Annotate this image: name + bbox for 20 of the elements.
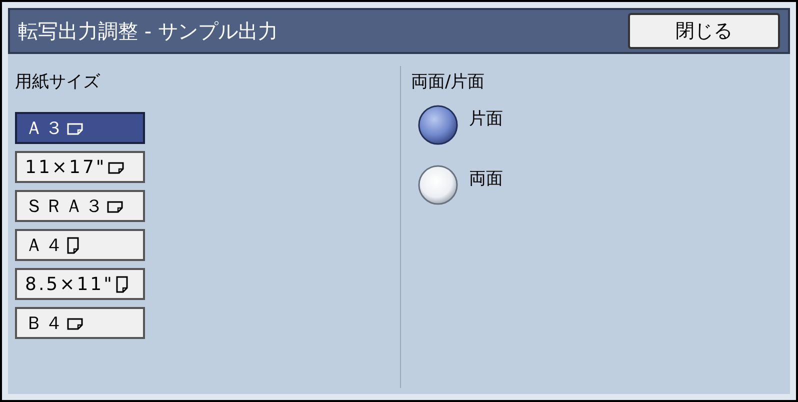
paper-size-button[interactable]: Ａ３ (15, 112, 145, 144)
radio-button[interactable] (417, 104, 459, 146)
portrait-paper-icon (116, 276, 128, 292)
section-heading: 用紙サイズ (15, 71, 101, 94)
landscape-paper-icon (108, 160, 124, 174)
landscape-paper-icon (67, 316, 83, 330)
radio-label: 両面 (469, 168, 503, 192)
landscape-paper-icon (67, 122, 83, 134)
paper-size-button[interactable]: ＳＲＡ３ (15, 190, 145, 222)
window-title: 転写出力調整 - サンプル出力 (18, 18, 278, 45)
paper-size-button[interactable]: 8.5×11" (15, 268, 145, 300)
portrait-paper-icon (67, 236, 79, 254)
close-button[interactable]: 閉じる (628, 13, 780, 49)
paper-size-button[interactable]: Ａ４ (15, 229, 145, 261)
radio-button[interactable] (417, 164, 459, 206)
radio-label: 片面 (469, 108, 503, 132)
paper-size-button[interactable]: Ｂ４ (15, 307, 145, 339)
paper-size-button[interactable]: 11×17" (15, 151, 145, 183)
section-heading: 両面/片面 (411, 71, 486, 94)
landscape-paper-icon (107, 200, 123, 212)
